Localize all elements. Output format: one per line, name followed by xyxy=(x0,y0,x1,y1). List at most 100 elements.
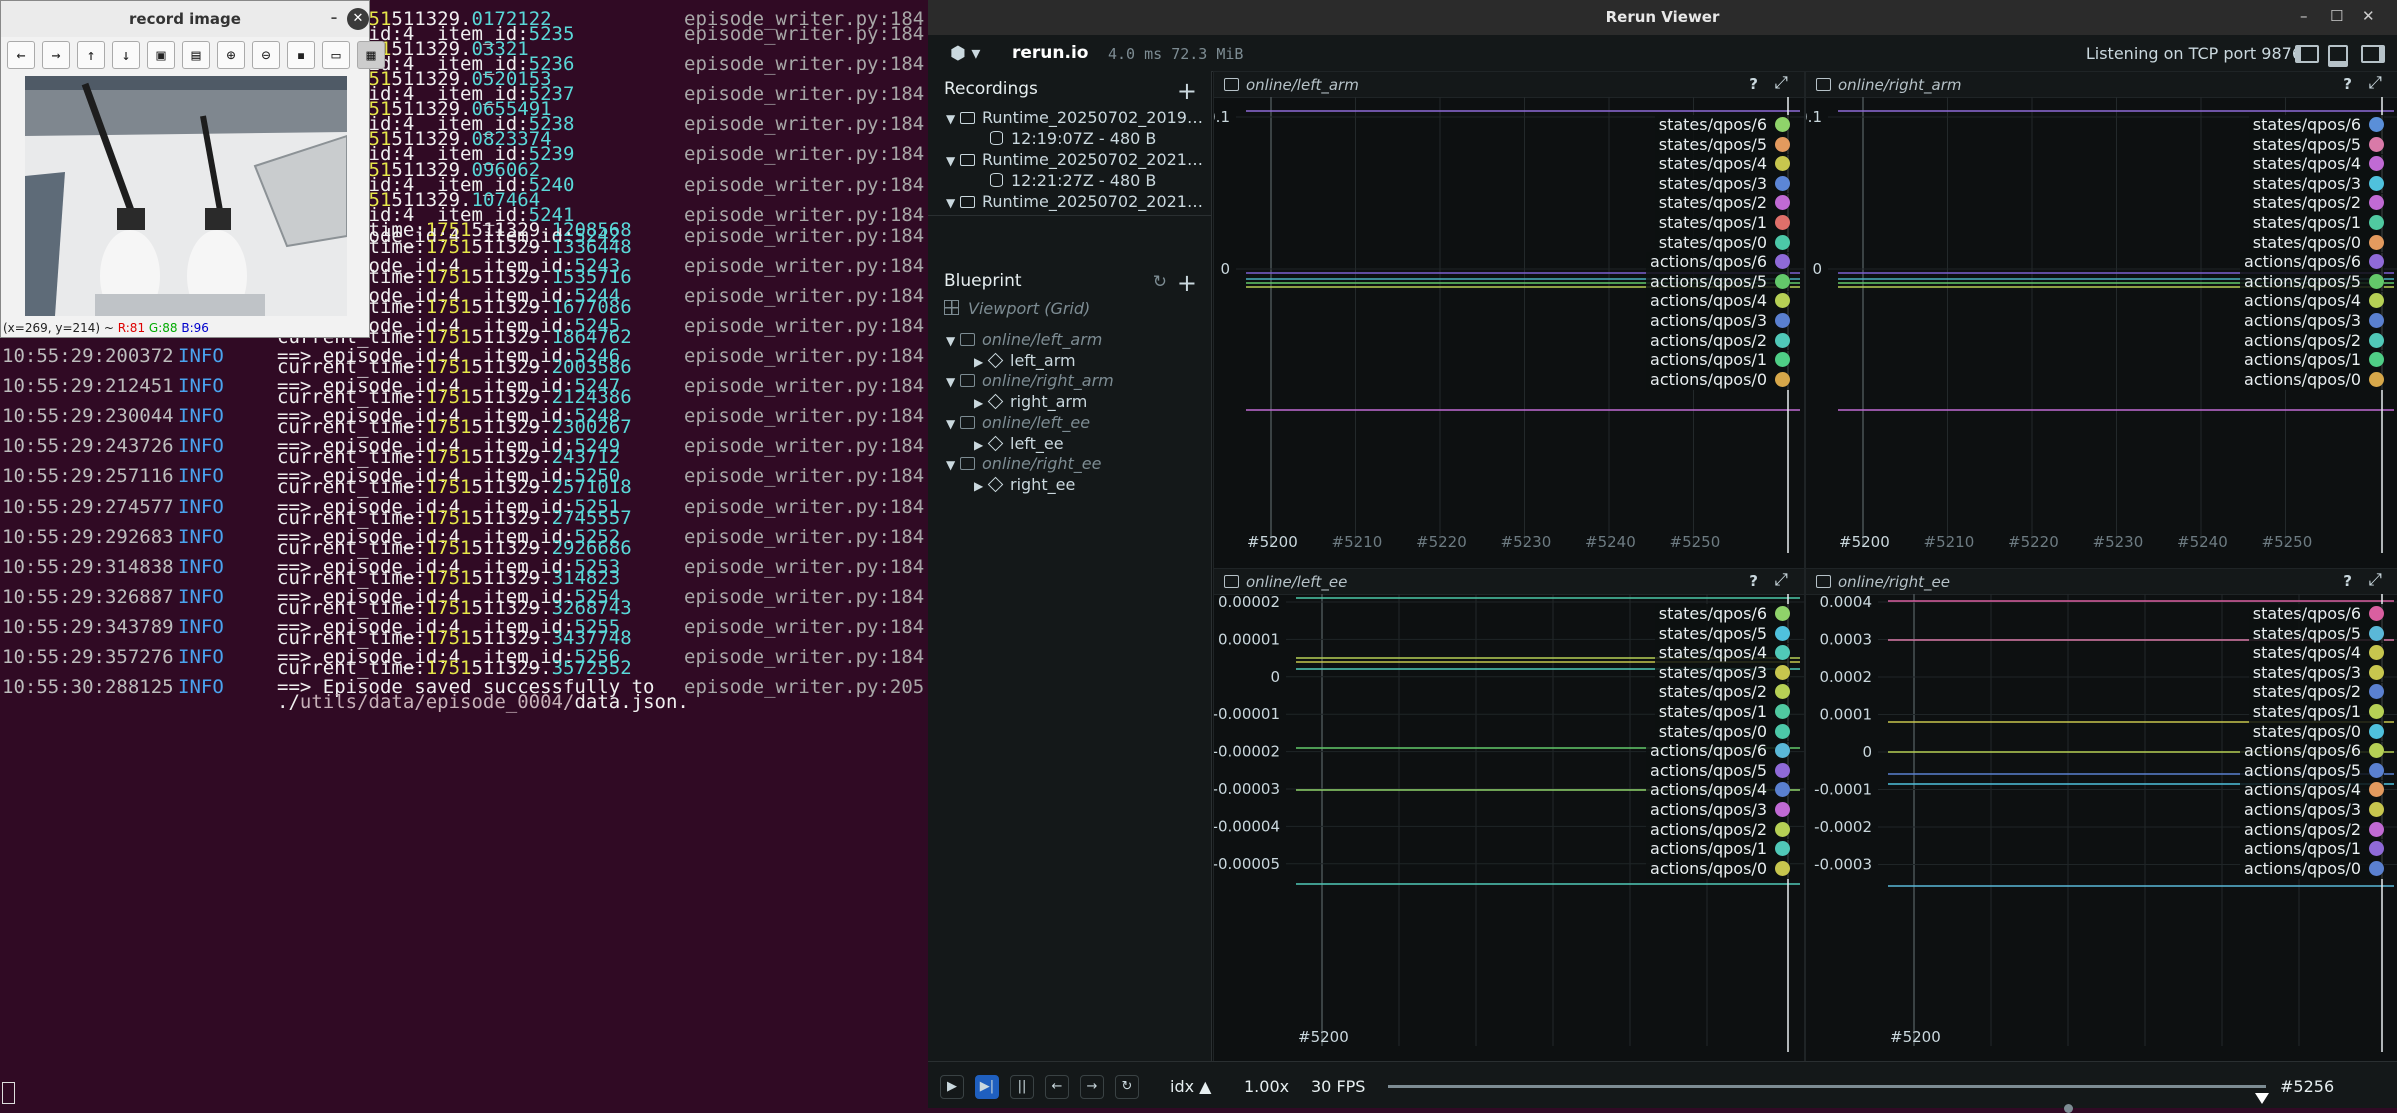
legend-item[interactable]: states/qpos/6 xyxy=(1654,604,1790,624)
help-icon[interactable]: ? xyxy=(1749,572,1758,590)
view-item[interactable]: ▼ online/right_ee xyxy=(946,454,1101,473)
loop-button[interactable]: ↻ xyxy=(1115,1075,1139,1099)
legend-item[interactable]: actions/qpos/0 xyxy=(1646,858,1790,879)
maximize-view-icon[interactable]: ⤢ xyxy=(2368,570,2382,590)
pause-button[interactable]: || xyxy=(1010,1075,1034,1099)
legend-item[interactable]: actions/qpos/2 xyxy=(1646,330,1790,351)
legend-item[interactable]: actions/qpos/3 xyxy=(2240,311,2384,331)
record-image-titlebar[interactable]: record image – ✕ xyxy=(1,1,369,37)
expand-icon[interactable]: ▦ xyxy=(357,41,385,69)
legend-item[interactable]: states/qpos/1 xyxy=(1654,213,1790,233)
entity-item[interactable]: ▶ left_arm xyxy=(974,351,1076,370)
legend-item[interactable]: states/qpos/5 xyxy=(2248,134,2384,155)
legend-item[interactable]: states/qpos/5 xyxy=(1654,134,1790,155)
zoom-in-icon[interactable]: ⊕ xyxy=(217,41,245,69)
legend-item[interactable]: actions/qpos/0 xyxy=(2240,369,2384,390)
terminal-window[interactable]: ctime:1751511329.0172122episode_writer.p… xyxy=(0,0,928,1107)
legend-item[interactable]: actions/qpos/5 xyxy=(1646,760,1790,781)
legend-item[interactable]: states/qpos/1 xyxy=(2248,213,2384,233)
arrow-right-icon[interactable]: → xyxy=(42,41,70,69)
timeline-selector[interactable]: idx ▲ xyxy=(1170,1077,1211,1096)
legend-item[interactable]: actions/qpos/3 xyxy=(2240,800,2384,820)
play-button[interactable]: ▶ xyxy=(940,1075,964,1099)
rerun-titlebar[interactable]: Rerun Viewer – ☐ ✕ xyxy=(928,0,2397,35)
app-name[interactable]: rerun.io xyxy=(1012,43,1088,63)
arrow-up-icon[interactable]: ↑ xyxy=(77,41,105,69)
maximize-view-icon[interactable]: ⤢ xyxy=(1774,570,1788,590)
add-recording-icon[interactable]: + xyxy=(1177,79,1197,103)
add-view-icon[interactable]: + xyxy=(1177,271,1197,295)
legend-item[interactable]: states/qpos/4 xyxy=(2248,154,2384,175)
view-title[interactable]: online/left_ee xyxy=(1246,573,1347,591)
camera-image[interactable] xyxy=(25,76,347,316)
record-image-window[interactable]: record image – ✕ ← → ↑ ↓ ▣ ▤ ⊕ ⊖ ▪ ▭ ▦ (… xyxy=(0,0,385,338)
recording-item[interactable]: ▼ Runtime_20250702_2021… xyxy=(946,192,1203,211)
legend-item[interactable]: actions/qpos/3 xyxy=(1646,800,1790,820)
follow-button[interactable]: ▶| xyxy=(975,1075,999,1099)
view-item[interactable]: ▼ online/right_arm xyxy=(946,371,1114,390)
toggle-left-panel-icon[interactable] xyxy=(2295,45,2319,63)
recording-child[interactable]: 12:21:27Z - 480 B xyxy=(990,171,1156,190)
view-header[interactable]: online/right_arm? ⤢ xyxy=(1806,72,2397,98)
time-cursor[interactable] xyxy=(2254,1093,2269,1104)
view-title[interactable]: online/left_arm xyxy=(1246,76,1359,94)
view-item[interactable]: ▼ online/left_ee xyxy=(946,413,1090,432)
legend-item[interactable]: actions/qpos/0 xyxy=(1646,369,1790,390)
timeseries-view-right-ee[interactable]: online/right_ee? ⤢ #5200 0.0004 0.0003 0.0002… xyxy=(1805,568,2397,1063)
legend-item[interactable]: actions/qpos/6 xyxy=(1646,252,1790,273)
legend-item[interactable]: actions/qpos/2 xyxy=(1646,819,1790,840)
legend-item[interactable]: states/qpos/4 xyxy=(2248,643,2384,664)
time-scrubber[interactable] xyxy=(1388,1085,2269,1113)
arrow-left-icon[interactable]: ← xyxy=(7,41,35,69)
arrow-down-icon[interactable]: ↓ xyxy=(112,41,140,69)
legend-item[interactable]: states/qpos/5 xyxy=(2248,623,2384,644)
legend-item[interactable]: states/qpos/0 xyxy=(1654,232,1790,253)
toggle-bottom-panel-icon[interactable] xyxy=(2328,45,2348,67)
legend-item[interactable]: states/qpos/2 xyxy=(2248,682,2384,703)
legend-item[interactable]: states/qpos/6 xyxy=(2248,604,2384,624)
close-icon[interactable]: ✕ xyxy=(2362,7,2375,25)
legend-item[interactable]: states/qpos/3 xyxy=(2248,662,2384,683)
legend-item[interactable]: actions/qpos/2 xyxy=(2240,330,2384,351)
playback-speed[interactable]: 1.00x xyxy=(1244,1077,1289,1096)
reset-blueprint-icon[interactable]: ↻ xyxy=(1153,272,1167,292)
recording-child[interactable]: 12:19:07Z - 480 B xyxy=(990,129,1156,148)
legend-item[interactable]: actions/qpos/4 xyxy=(2240,291,2384,312)
step-back-button[interactable]: ← xyxy=(1045,1075,1069,1099)
rerun-logo-icon[interactable]: ⬢ ▾ xyxy=(950,43,980,64)
legend-item[interactable]: actions/qpos/1 xyxy=(2240,839,2384,860)
legend-item[interactable]: actions/qpos/6 xyxy=(1646,741,1790,762)
help-icon[interactable]: ? xyxy=(2343,572,2352,590)
legend-item[interactable]: actions/qpos/6 xyxy=(2240,252,2384,273)
playback-fps[interactable]: 30 FPS xyxy=(1311,1077,1365,1096)
help-icon[interactable]: ? xyxy=(1749,75,1758,93)
minimize-icon[interactable]: – xyxy=(323,8,345,30)
close-icon[interactable]: ✕ xyxy=(347,8,369,30)
legend-item[interactable]: actions/qpos/0 xyxy=(2240,858,2384,879)
legend-item[interactable]: states/qpos/4 xyxy=(1654,643,1790,664)
legend-item[interactable]: states/qpos/3 xyxy=(1654,662,1790,683)
legend-item[interactable]: actions/qpos/6 xyxy=(2240,741,2384,762)
view-header[interactable]: online/right_ee? ⤢ xyxy=(1806,569,2397,595)
legend-item[interactable]: states/qpos/6 xyxy=(2248,115,2384,135)
help-icon[interactable]: ? xyxy=(2343,75,2352,93)
minimize-icon[interactable]: – xyxy=(2300,7,2308,25)
legend-item[interactable]: actions/qpos/1 xyxy=(1646,350,1790,371)
legend-item[interactable]: states/qpos/0 xyxy=(2248,232,2384,253)
legend-item[interactable]: states/qpos/2 xyxy=(1654,682,1790,703)
timeseries-view-right-arm[interactable]: online/right_arm? ⤢ #5200 #5210 #5220 #5230 #5… xyxy=(1805,71,2397,573)
legend-item[interactable]: states/qpos/3 xyxy=(1654,173,1790,194)
legend-item[interactable]: actions/qpos/2 xyxy=(2240,819,2384,840)
legend-item[interactable]: actions/qpos/3 xyxy=(1646,311,1790,331)
toggle-right-panel-icon[interactable] xyxy=(2361,45,2385,63)
viewport-item[interactable]: Viewport (Grid) xyxy=(944,299,1090,318)
legend-item[interactable]: states/qpos/0 xyxy=(2248,721,2384,742)
timeseries-view-left-ee[interactable]: online/left_ee? ⤢ #5200 0.00002 0.00001 0 -0.0… xyxy=(1213,568,1805,1063)
legend-item[interactable]: actions/qpos/5 xyxy=(2240,271,2384,292)
legend-item[interactable]: states/qpos/2 xyxy=(1654,193,1790,214)
properties-icon[interactable]: ▭ xyxy=(322,41,350,69)
legend-item[interactable]: actions/qpos/5 xyxy=(1646,271,1790,292)
legend-item[interactable]: actions/qpos/4 xyxy=(1646,291,1790,312)
legend-item[interactable]: states/qpos/2 xyxy=(2248,193,2384,214)
zoom-out-icon[interactable]: ⊖ xyxy=(252,41,280,69)
